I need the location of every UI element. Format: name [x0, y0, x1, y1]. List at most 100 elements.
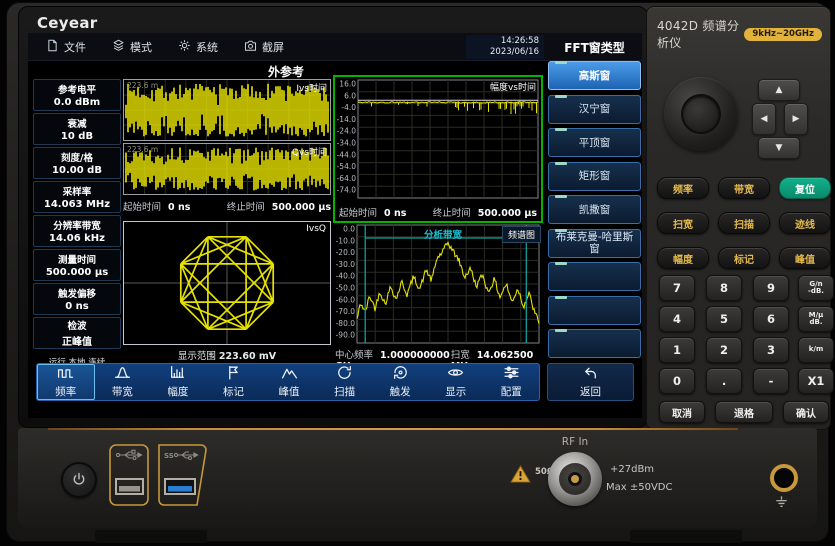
param-sample-rate[interactable]: 采样率14.063 MHz	[33, 181, 121, 213]
key-5[interactable]: 5	[706, 306, 742, 332]
i-chart-title: Ivs时间	[296, 81, 327, 94]
key-km[interactable]: k/m	[798, 337, 834, 363]
toolbar-marker[interactable]: 标记	[206, 364, 262, 400]
toolbar-bandwidth[interactable]: 带宽	[95, 364, 151, 400]
hardware-key-panel: 4042D 频谱分析仪 9kHz~20GHz ▲◀▶▼ 频率带宽复位扫宽扫描迹线…	[646, 6, 831, 430]
key-backspace[interactable]: 退格	[715, 401, 773, 423]
key-[interactable]: -	[753, 368, 789, 394]
svg-text:-20.0: -20.0	[336, 248, 356, 257]
param-trig-offset[interactable]: 触发偏移0 ns	[33, 283, 121, 315]
fkey-preset-key[interactable]: 复位	[779, 177, 831, 199]
toolbar-trigger[interactable]: 触发	[372, 364, 428, 400]
softkey-rectangular-window[interactable]: 矩形窗	[548, 162, 641, 191]
rotary-knob[interactable]	[664, 77, 738, 151]
softkey-blank-3[interactable]	[548, 329, 641, 358]
menu-item-screenshot[interactable]: 截屏	[244, 39, 284, 55]
key-0[interactable]: 0	[659, 368, 695, 394]
fkey-span-key[interactable]: 扫宽	[657, 212, 709, 234]
instrument-foot	[630, 530, 742, 543]
key-[interactable]: .	[706, 368, 742, 394]
softkey-gaussian-window[interactable]: 高斯窗	[548, 61, 641, 90]
display-icon	[447, 365, 464, 383]
key-confirm[interactable]: 确认	[783, 401, 829, 423]
fkey-marker-key[interactable]: 标记	[718, 247, 770, 269]
q-scale-label: 223.6 m	[127, 145, 158, 154]
key-4[interactable]: 4	[659, 306, 695, 332]
svg-text:-90.0: -90.0	[336, 331, 356, 340]
param-scale-div[interactable]: 刻度/格10.00 dB	[33, 147, 121, 179]
date-text: 2023/06/16	[466, 47, 539, 58]
fkey-trace-key[interactable]: 迹线	[779, 212, 831, 234]
max-power-label: +27dBm	[610, 464, 654, 475]
fkey-bw-key[interactable]: 带宽	[718, 177, 770, 199]
toolbar-config[interactable]: 配置	[484, 364, 540, 400]
svg-text:-44.0: -44.0	[337, 150, 357, 159]
softkey-blank-2[interactable]	[548, 296, 641, 325]
key-2[interactable]: 2	[706, 337, 742, 363]
softkey-kaiser-window[interactable]: 凯撒窗	[548, 195, 641, 224]
screen-bezel: Ceyear 文件模式系统截屏 14:26:58 2023/06/16 外参考 …	[18, 6, 648, 428]
softkey-hanning-window[interactable]: 汉宁窗	[548, 95, 641, 124]
key-1[interactable]: 1	[659, 337, 695, 363]
up-arrow-key[interactable]: ▲	[758, 79, 800, 101]
usb3-port	[164, 478, 196, 495]
menu-item-mode[interactable]: 模式	[112, 39, 152, 55]
right-arrow-key[interactable]: ▶	[784, 103, 808, 135]
param-detector[interactable]: 检波正峰值	[33, 317, 121, 349]
sweep-icon	[336, 365, 353, 383]
param-rbw[interactable]: 分辨率带宽14.06 kHz	[33, 215, 121, 247]
instrument-foot	[95, 530, 207, 543]
svg-text:-60.0: -60.0	[336, 295, 356, 304]
usb2-port	[115, 478, 144, 495]
chart-q-vs-time[interactable]: 223.6 m Qvs时间	[123, 143, 331, 195]
param-meas-time[interactable]: 测量时间500.000 µs	[33, 249, 121, 281]
svg-text:-80.0: -80.0	[336, 319, 356, 328]
svg-text:-10.0: -10.0	[336, 236, 356, 245]
amplitude-time-plot: 16.06.0-4.0-14.0-24.0-34.0-44.0-54.0-64.…	[335, 78, 541, 222]
brand-logo: Ceyear	[37, 14, 97, 32]
key-cancel[interactable]: 取消	[659, 401, 705, 423]
svg-text:0.0: 0.0	[343, 225, 355, 234]
param-ref-level[interactable]: 参考电平0.0 dBm	[33, 79, 121, 111]
toolbar-frequency[interactable]: 频率	[37, 364, 95, 400]
key-8[interactable]: 8	[706, 275, 742, 301]
analysis-bandwidth-label: 分析带宽	[388, 227, 498, 241]
spectrum-quadrant[interactable]: 0.0-10.0-20.0-30.0-40.0-50.0-60.0-70.0-8…	[333, 223, 543, 361]
key-mdb[interactable]: M/µdB.	[798, 306, 834, 332]
back-button[interactable]: 返回	[547, 363, 634, 401]
fkey-amp-key[interactable]: 幅度	[657, 247, 709, 269]
toolbar-peak[interactable]: 峰值	[261, 364, 317, 400]
frequency-range-badge: 9kHz~20GHz	[744, 28, 822, 41]
power-icon	[72, 471, 86, 490]
softkey-blackman-harris-window[interactable]: 布莱克曼-哈里斯窗	[548, 229, 641, 258]
menu-item-system[interactable]: 系统	[178, 39, 218, 55]
key-9[interactable]: 9	[753, 275, 789, 301]
toolbar-sweep[interactable]: 扫描	[317, 364, 373, 400]
key-x1[interactable]: X1	[798, 368, 834, 394]
softkey-flattop-window[interactable]: 平顶窗	[548, 128, 641, 157]
softkey-blank-1[interactable]	[548, 262, 641, 291]
param-attenuation[interactable]: 衰减10 dB	[33, 113, 121, 145]
iq-time-quadrant[interactable]: 223.6 m Ivs时间 223.6 m Qvs时间 起始时间 0 ns 终止…	[123, 79, 331, 215]
left-arrow-key[interactable]: ◀	[752, 103, 776, 135]
key-gndb[interactable]: G/n-dB.	[798, 275, 834, 301]
amplitude-time-quadrant[interactable]: 16.06.0-4.0-14.0-24.0-34.0-44.0-54.0-64.…	[333, 75, 543, 223]
config-icon	[503, 365, 520, 383]
fkey-freq-key[interactable]: 频率	[657, 177, 709, 199]
chart-i-vs-time[interactable]: 223.6 m Ivs时间	[123, 79, 331, 141]
svg-text:SS: SS	[164, 452, 174, 460]
key-7[interactable]: 7	[659, 275, 695, 301]
toolbar-amplitude[interactable]: 幅度	[150, 364, 206, 400]
constellation-quadrant[interactable]: IvsQ 显示范围 223.60 mV	[123, 221, 331, 363]
svg-text:16.0: 16.0	[339, 80, 356, 89]
key-6[interactable]: 6	[753, 306, 789, 332]
toolbar-display[interactable]: 显示	[428, 364, 484, 400]
menu-item-file[interactable]: 文件	[46, 39, 86, 55]
fkey-sweep-key[interactable]: 扫描	[718, 212, 770, 234]
power-button[interactable]	[61, 462, 97, 498]
key-3[interactable]: 3	[753, 337, 789, 363]
rf-input-connector	[548, 452, 602, 506]
trigger-icon	[392, 365, 409, 383]
down-arrow-key[interactable]: ▼	[758, 137, 800, 159]
fkey-peak-key[interactable]: 峰值	[779, 247, 831, 269]
